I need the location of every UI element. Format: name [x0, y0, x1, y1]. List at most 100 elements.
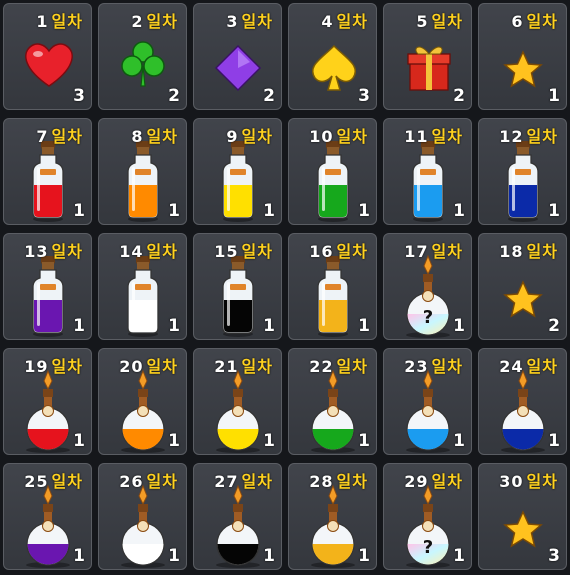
daily-reward-grid: 1 일차 3 2 일차 2 3 일차 2 4 일차 3 5 일차 2 6 일차 1 7 일차 1 8 일차 1 … [0, 0, 570, 575]
day-label: 13 일차 [24, 238, 83, 262]
day-suffix: 일차 [51, 12, 83, 31]
day-suffix: 일차 [51, 242, 83, 261]
reward-cell-day-20[interactable]: 20 일차 1 [98, 348, 187, 455]
reward-cell-day-3[interactable]: 3 일차 2 [193, 3, 282, 110]
reward-cell-day-10[interactable]: 10 일차 1 [288, 118, 377, 225]
quantity-label: 1 [548, 86, 560, 106]
quantity-label: 1 [168, 316, 180, 336]
reward-cell-day-11[interactable]: 11 일차 1 [383, 118, 472, 225]
reward-cell-day-24[interactable]: 24 일차 1 [478, 348, 567, 455]
quantity-label: 2 [168, 86, 180, 106]
reward-cell-day-15[interactable]: 15 일차 1 [193, 233, 282, 340]
reward-cell-day-18[interactable]: 18 일차 2 [478, 233, 567, 340]
day-label: 20 일차 [119, 353, 178, 377]
day-suffix: 일차 [51, 127, 83, 146]
reward-cell-day-16[interactable]: 16 일차 1 [288, 233, 377, 340]
reward-cell-day-21[interactable]: 21 일차 1 [193, 348, 282, 455]
day-label: 2 일차 [131, 8, 178, 32]
day-number: 23 [404, 357, 429, 376]
day-suffix: 일차 [241, 242, 273, 261]
reward-cell-day-13[interactable]: 13 일차 1 [3, 233, 92, 340]
day-label: 11 일차 [404, 123, 463, 147]
day-suffix: 일차 [336, 242, 368, 261]
quantity-label: 3 [548, 546, 560, 566]
svg-text:?: ? [423, 537, 433, 558]
day-label: 21 일차 [214, 353, 273, 377]
day-number: 11 [404, 127, 429, 146]
day-number: 6 [511, 12, 524, 31]
day-number: 13 [24, 242, 49, 261]
quantity-label: 1 [453, 546, 465, 566]
day-suffix: 일차 [526, 357, 558, 376]
day-suffix: 일차 [51, 472, 83, 491]
day-label: 26 일차 [119, 468, 178, 492]
day-label: 12 일차 [499, 123, 558, 147]
quantity-label: 1 [73, 546, 85, 566]
day-suffix: 일차 [526, 127, 558, 146]
day-label: 22 일차 [309, 353, 368, 377]
day-label: 23 일차 [404, 353, 463, 377]
reward-cell-day-30[interactable]: 30 일차 3 [478, 463, 567, 570]
day-suffix: 일차 [241, 12, 273, 31]
day-suffix: 일차 [146, 12, 178, 31]
quantity-label: 1 [168, 201, 180, 221]
reward-cell-day-27[interactable]: 27 일차 1 [193, 463, 282, 570]
day-label: 24 일차 [499, 353, 558, 377]
day-number: 12 [499, 127, 524, 146]
reward-cell-day-28[interactable]: 28 일차 1 [288, 463, 377, 570]
day-label: 3 일차 [226, 8, 273, 32]
day-suffix: 일차 [431, 242, 463, 261]
day-number: 5 [416, 12, 429, 31]
day-label: 5 일차 [416, 8, 463, 32]
day-label: 14 일차 [119, 238, 178, 262]
day-number: 27 [214, 472, 239, 491]
day-suffix: 일차 [146, 472, 178, 491]
day-number: 16 [309, 242, 334, 261]
quantity-label: 1 [168, 546, 180, 566]
reward-cell-day-14[interactable]: 14 일차 1 [98, 233, 187, 340]
day-suffix: 일차 [526, 472, 558, 491]
reward-cell-day-5[interactable]: 5 일차 2 [383, 3, 472, 110]
day-number: 29 [404, 472, 429, 491]
day-number: 3 [226, 12, 239, 31]
reward-cell-day-29[interactable]: ? 29 일차 1 [383, 463, 472, 570]
day-label: 19 일차 [24, 353, 83, 377]
quantity-label: 1 [263, 546, 275, 566]
reward-cell-day-25[interactable]: 25 일차 1 [3, 463, 92, 570]
quantity-label: 3 [73, 86, 85, 106]
reward-cell-day-7[interactable]: 7 일차 1 [3, 118, 92, 225]
day-number: 15 [214, 242, 239, 261]
day-label: 17 일차 [404, 238, 463, 262]
day-suffix: 일차 [431, 472, 463, 491]
day-suffix: 일차 [336, 12, 368, 31]
day-label: 28 일차 [309, 468, 368, 492]
quantity-label: 1 [453, 316, 465, 336]
day-label: 4 일차 [321, 8, 368, 32]
quantity-label: 1 [548, 201, 560, 221]
day-suffix: 일차 [336, 357, 368, 376]
day-label: 18 일차 [499, 238, 558, 262]
reward-cell-day-12[interactable]: 12 일차 1 [478, 118, 567, 225]
day-number: 30 [499, 472, 524, 491]
reward-cell-day-8[interactable]: 8 일차 1 [98, 118, 187, 225]
quantity-label: 3 [358, 86, 370, 106]
reward-cell-day-23[interactable]: 23 일차 1 [383, 348, 472, 455]
reward-cell-day-19[interactable]: 19 일차 1 [3, 348, 92, 455]
day-suffix: 일차 [336, 472, 368, 491]
day-suffix: 일차 [146, 127, 178, 146]
quantity-label: 1 [263, 201, 275, 221]
day-label: 30 일차 [499, 468, 558, 492]
reward-cell-day-9[interactable]: 9 일차 1 [193, 118, 282, 225]
reward-cell-day-2[interactable]: 2 일차 2 [98, 3, 187, 110]
day-label: 29 일차 [404, 468, 463, 492]
day-number: 28 [309, 472, 334, 491]
reward-cell-day-1[interactable]: 1 일차 3 [3, 3, 92, 110]
day-number: 7 [36, 127, 49, 146]
reward-cell-day-22[interactable]: 22 일차 1 [288, 348, 377, 455]
reward-cell-day-6[interactable]: 6 일차 1 [478, 3, 567, 110]
day-label: 27 일차 [214, 468, 273, 492]
quantity-label: 2 [548, 316, 560, 336]
reward-cell-day-26[interactable]: 26 일차 1 [98, 463, 187, 570]
reward-cell-day-4[interactable]: 4 일차 3 [288, 3, 377, 110]
reward-cell-day-17[interactable]: ? 17 일차 1 [383, 233, 472, 340]
